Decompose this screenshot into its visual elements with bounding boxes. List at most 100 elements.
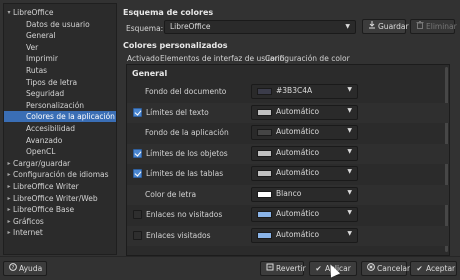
color-setting-row: Color de letra Blanco ▼ — [127, 184, 449, 205]
tree-item[interactable]: Tipos de letra — [4, 77, 116, 88]
dialog-button-bar: ? Ayuda Revertir ✔ Aplicar Cancelar ✔ Acep… — [0, 256, 460, 280]
tree-item-label: Rutas — [26, 66, 48, 75]
color-swatch — [257, 190, 272, 198]
chevron-down-icon: ▼ — [347, 147, 352, 155]
color-dropdown[interactable]: Automático ▼ — [251, 207, 358, 222]
color-swatch — [257, 129, 272, 136]
color-value: Blanco — [276, 188, 302, 198]
tree-item[interactable]: Rutas — [4, 65, 116, 76]
chevron-down-icon: ▼ — [347, 188, 352, 196]
element-label: Fondo de la aplicación — [145, 128, 229, 137]
scheme-select[interactable]: LibreOffice ▼ — [164, 20, 356, 34]
tree-item-label: Configuración de idiomas — [13, 170, 109, 180]
element-label: Color de letra — [145, 189, 197, 199]
tree-item[interactable]: OpenCL — [4, 146, 116, 157]
tree-item[interactable]: Ver — [4, 42, 116, 53]
color-setting-row: Fondo del documento #3B3C4A ▼ — [127, 82, 449, 102]
tree-item[interactable]: Avanzado — [4, 135, 116, 146]
color-setting-row: Enlaces no visitados Automático ▼ — [127, 205, 449, 225]
tree-item-label: Accesibilidad — [26, 124, 75, 133]
tree-item-label: LibreOffice Writer — [13, 182, 79, 191]
color-setting-row: Fondo de la aplicación Automático ▼ — [127, 123, 449, 143]
chevron-down-icon: ▼ — [347, 168, 352, 175]
tree-item[interactable]: Colores de la aplicación — [4, 111, 116, 123]
tree-item-label: Datos de usuario — [26, 19, 90, 29]
tree-item[interactable]: ▸ Cargar/guardar — [4, 158, 116, 169]
delete-icon — [415, 20, 424, 33]
tree-item[interactable]: Seguridad — [4, 88, 116, 99]
tree-item[interactable]: Imprimir — [4, 53, 116, 64]
tree-item[interactable]: Accesibilidad — [4, 123, 116, 134]
tree-item[interactable]: ▸ Configuración de idiomas — [4, 169, 116, 180]
color-setting-row: Límites de las tablas Automático ▼ — [127, 164, 449, 184]
chevron-down-icon: ▼ — [347, 106, 352, 114]
color-value: Automático — [276, 127, 320, 136]
enable-checkbox[interactable] — [133, 230, 142, 240]
tree-item[interactable]: ▾ LibreOffice — [4, 7, 116, 18]
help-label: Ayuda — [19, 264, 43, 273]
tree-item-label: Imprimir — [26, 54, 58, 64]
expand-down-icon[interactable]: ▾ — [5, 7, 13, 18]
chevron-down-icon: ▼ — [347, 209, 352, 216]
enable-checkbox[interactable] — [133, 210, 142, 219]
element-label: Enlaces no visitados — [146, 210, 223, 219]
color-dropdown[interactable]: Automático ▼ — [251, 227, 358, 243]
cancel-icon — [366, 262, 375, 275]
expand-right-icon[interactable]: ▸ — [5, 158, 13, 169]
tree-item-label: Personalización — [26, 100, 85, 110]
column-header-active: Activado — [127, 54, 160, 63]
revert-icon — [265, 262, 274, 275]
tree-item[interactable]: ▸ Gráficos — [4, 216, 116, 227]
color-dropdown[interactable]: Automático ▼ — [251, 125, 358, 140]
tree-item[interactable]: ▸ Internet — [4, 227, 116, 238]
element-label: Fondo del documento — [145, 87, 227, 96]
color-swatch — [257, 211, 272, 218]
cancel-label: Cancelar — [377, 264, 411, 273]
tree-item[interactable]: ▸ LibreOffice Writer — [4, 181, 116, 192]
cancel-button[interactable]: Cancelar — [361, 261, 411, 276]
tree-item[interactable]: General — [4, 30, 116, 41]
enable-checkbox[interactable] — [133, 169, 142, 178]
checkmark-icon: ✔ — [416, 264, 423, 273]
tree-item[interactable]: Datos de usuario — [4, 19, 116, 30]
save-scheme-button[interactable]: Guardar — [362, 19, 409, 34]
expand-right-icon[interactable]: ▸ — [5, 193, 13, 204]
color-swatch — [257, 108, 272, 116]
color-dropdown[interactable]: Blanco ▼ — [251, 186, 358, 202]
tree-item[interactable]: Personalización — [4, 100, 116, 111]
save-icon — [367, 20, 376, 33]
expand-right-icon[interactable]: ▸ — [5, 227, 13, 238]
color-dropdown[interactable]: Automático ▼ — [251, 104, 358, 120]
color-setting-row: Enlaces visitados Automático ▼ — [127, 225, 449, 246]
color-setting-row: Límites de los objetos Automático ▼ — [127, 143, 449, 164]
expand-right-icon[interactable]: ▸ — [5, 204, 13, 215]
element-label: Límites del texto — [146, 107, 209, 117]
expand-right-icon[interactable]: ▸ — [5, 216, 13, 227]
color-swatch — [257, 149, 272, 157]
options-tree[interactable]: ▾ LibreOffice Datos de usuario General Ver Im… — [3, 3, 117, 255]
enable-checkbox[interactable] — [133, 107, 142, 117]
help-circle-icon: ? — [8, 262, 17, 275]
checkmark-icon: ✔ — [315, 264, 322, 273]
expand-right-icon[interactable]: ▸ — [5, 169, 13, 180]
accept-label: Aceptar — [426, 264, 456, 273]
chevron-down-icon: ▼ — [347, 127, 352, 134]
enable-checkbox[interactable] — [133, 148, 142, 158]
delete-scheme-button[interactable]: Eliminar — [410, 19, 457, 34]
custom-colors-list[interactable]: General Fondo del documento #3B3C4A ▼ Límit… — [126, 64, 450, 256]
color-dropdown[interactable]: #3B3C4A ▼ — [251, 84, 358, 99]
color-value: Automático — [276, 106, 320, 116]
expand-right-icon[interactable]: ▸ — [5, 181, 13, 192]
scheme-select-value: LibreOffice — [170, 22, 211, 31]
tree-item[interactable]: ▸ LibreOffice Writer/Web — [4, 193, 116, 204]
tree-item-label: General — [26, 31, 56, 41]
tree-item-label: LibreOffice Writer/Web — [13, 193, 98, 203]
color-dropdown[interactable]: Automático ▼ — [251, 145, 358, 161]
revert-button[interactable]: Revertir — [260, 261, 306, 276]
color-dropdown[interactable]: Automático ▼ — [251, 166, 358, 181]
help-button[interactable]: ? Ayuda — [3, 261, 47, 276]
accept-button[interactable]: ✔ Aceptar — [410, 261, 457, 276]
tree-item[interactable]: ▸ LibreOffice Base — [4, 204, 116, 215]
element-label: Enlaces visitados — [146, 230, 211, 240]
color-swatch — [257, 88, 272, 95]
